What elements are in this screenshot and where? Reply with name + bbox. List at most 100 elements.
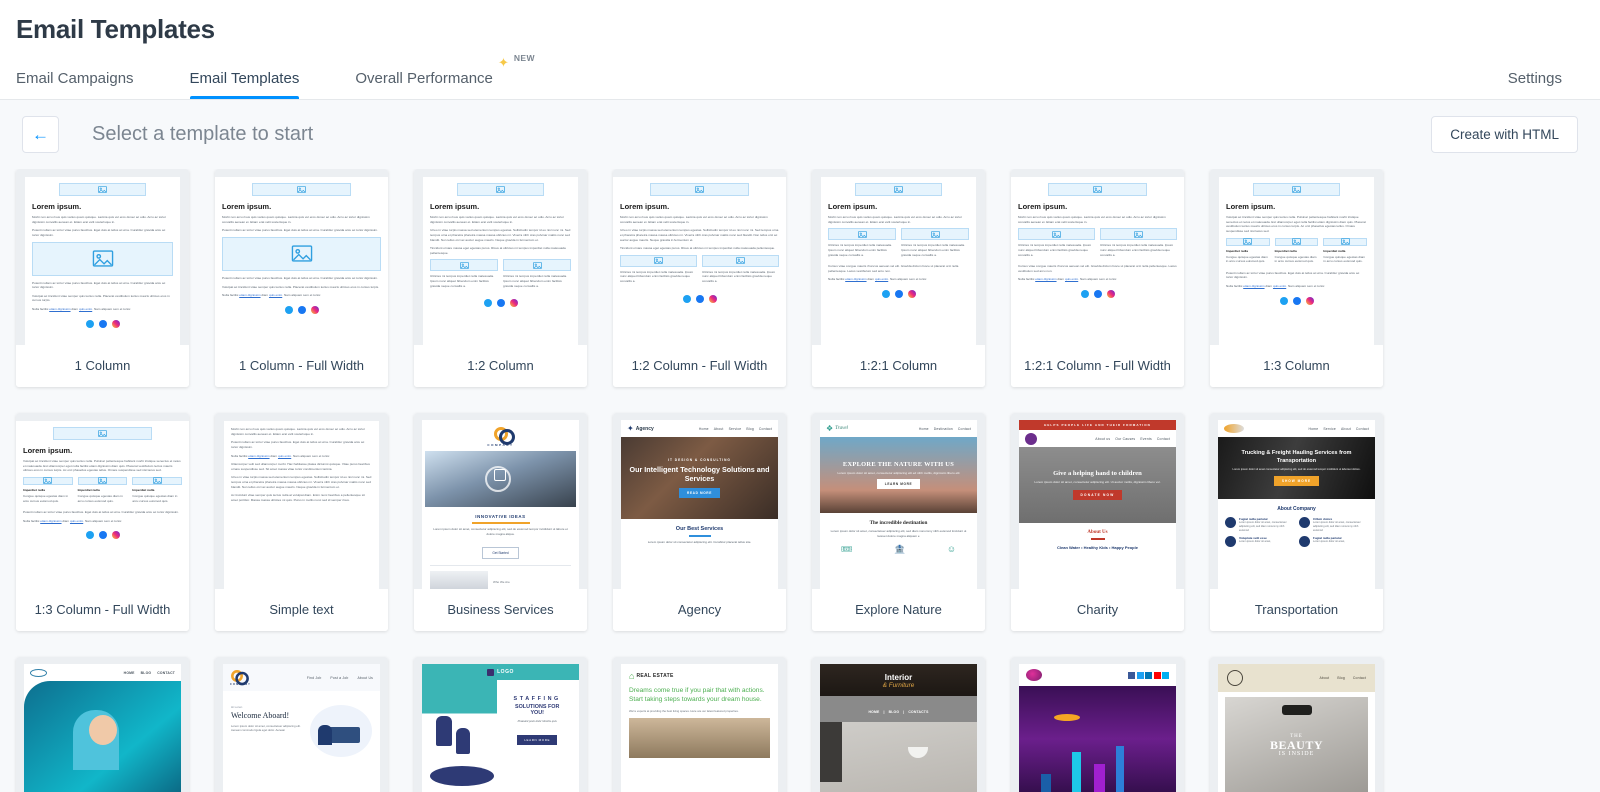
inline-link[interactable]: quis enim	[875, 277, 888, 281]
instagram-icon[interactable]	[907, 290, 916, 299]
nav-link[interactable]: Service	[729, 427, 742, 431]
template-card-simple-text[interactable]: Morbi non arcu risus quis varius quam qu…	[215, 413, 388, 631]
template-card-preview[interactable]: HELPS PEOPLE LIFE AND THEIR FORMATION Abo…	[1011, 413, 1184, 589]
learn-more-button[interactable]: LEARN MORE	[517, 735, 558, 745]
inline-link[interactable]: quis enim	[70, 519, 83, 523]
nav-link[interactable]: BLOG	[889, 710, 900, 714]
instagram-icon[interactable]	[111, 319, 120, 328]
nav-link[interactable]: Contact	[1356, 427, 1369, 431]
tab-email-templates[interactable]: Email Templates	[189, 70, 299, 99]
tab-overall-performance[interactable]: Overall Performance ✦ NEW	[355, 53, 534, 99]
template-card-beauty[interactable]: About Blog Contact THE BEAUTY IS INSIDE	[1210, 657, 1383, 792]
template-card-preview[interactable]: Interior & Furniture HOME | BLOG | CONTACTS	[812, 657, 985, 792]
template-card-one-two-one-column[interactable]: Lorem ipsum. Morbi non arcu risus quis va…	[812, 169, 985, 387]
nav-link[interactable]: HOME	[124, 671, 135, 675]
nav-link[interactable]: Events	[1140, 437, 1152, 441]
instagram-icon[interactable]	[1305, 296, 1314, 305]
inline-link[interactable]: quis enim	[269, 293, 282, 297]
template-card-transportation[interactable]: Home Service About Contact Trucking & Freigh…	[1210, 413, 1383, 631]
twitter-icon[interactable]	[682, 294, 691, 303]
template-card-interior[interactable]: Interior & Furniture HOME | BLOG | CONTACTS	[812, 657, 985, 792]
inline-link[interactable]: etiam dignissim	[40, 519, 61, 523]
facebook-icon[interactable]	[1292, 296, 1301, 305]
nav-link[interactable]: HOME	[868, 710, 879, 714]
show-more-button[interactable]: SHOW MORE	[1273, 475, 1320, 486]
twitter-icon[interactable]	[85, 531, 94, 540]
nav-link[interactable]: Home	[1308, 427, 1318, 431]
instagram-icon[interactable]	[111, 531, 120, 540]
nav-link[interactable]: Home	[699, 427, 709, 431]
template-card-one-two-one-column-full[interactable]: Lorem ipsum. Morbi non arcu risus quis va…	[1011, 169, 1184, 387]
template-card-preview[interactable]: Lorem ipsum. Morbi non arcu risus quis va…	[215, 169, 388, 345]
inline-link[interactable]: quis enim	[278, 454, 291, 458]
donate-now-button[interactable]: DONATE NOW	[1072, 489, 1123, 500]
template-card-one-three-column[interactable]: Lorem ipsum. Volutpat ac tincidunt vitae …	[1210, 169, 1383, 387]
template-card-one-two-column-full[interactable]: Lorem ipsum. Morbi non arcu risus quis va…	[613, 169, 786, 387]
template-card-preview[interactable]: ✦ Agency Home About Service Blog Contact IT DES…	[613, 413, 786, 589]
inline-link[interactable]: etiam dignissim	[1243, 284, 1264, 288]
inline-link[interactable]: etiam dignissim	[845, 277, 866, 281]
linkedin-icon[interactable]	[1145, 671, 1152, 679]
skype-icon[interactable]	[1162, 671, 1169, 679]
twitter-icon[interactable]	[284, 305, 293, 314]
nav-link[interactable]: Blog	[1337, 676, 1345, 680]
template-card-explore-nature[interactable]: ❖ Travel Home Destination Contact EXPLORE THE…	[812, 413, 985, 631]
template-card-preview[interactable]: Morbi non arcu risus quis varius quam qu…	[215, 413, 388, 589]
twitter-icon[interactable]	[1080, 290, 1089, 299]
template-card-preview[interactable]: COMPANY Find Job Post a Job About Us Hi Lore…	[215, 657, 388, 792]
template-card-agency[interactable]: ✦ Agency Home About Service Blog Contact IT DES…	[613, 413, 786, 631]
nav-link[interactable]: Contact	[958, 427, 971, 431]
nav-link[interactable]: Contact	[1353, 676, 1366, 680]
tab-email-campaigns[interactable]: Email Campaigns	[16, 70, 134, 99]
template-card-onboarding[interactable]: COMPANY Find Job Post a Job About Us Hi Lore…	[215, 657, 388, 792]
facebook-icon[interactable]	[1128, 671, 1135, 679]
template-card-real-estate[interactable]: ⌂ REAL ESTATE Dreams come true if you pair…	[613, 657, 786, 792]
template-card-preview[interactable]: HOME BLOG CONTACT	[16, 657, 189, 792]
instagram-icon[interactable]	[509, 299, 518, 308]
template-card-staffing[interactable]: LOGO STAFFING SOLUTIONS FOR YOU! Praesent ju…	[414, 657, 587, 792]
template-card-preview[interactable]	[1011, 657, 1184, 792]
nav-link[interactable]: Service	[1323, 427, 1336, 431]
template-card-one-column-full[interactable]: Lorem ipsum. Morbi non arcu risus quis va…	[215, 169, 388, 387]
twitter-icon[interactable]	[881, 290, 890, 299]
facebook-icon[interactable]	[894, 290, 903, 299]
nav-link[interactable]: About Us	[357, 676, 373, 680]
template-card-preview[interactable]: About Blog Contact THE BEAUTY IS INSIDE	[1210, 657, 1383, 792]
twitter-icon[interactable]	[483, 299, 492, 308]
instagram-icon[interactable]	[310, 305, 319, 314]
nav-link[interactable]: BLOG	[141, 671, 152, 675]
template-card-preview[interactable]: Lorem ipsum. Morbi non arcu risus quis va…	[613, 169, 786, 345]
nav-link[interactable]: About	[1319, 676, 1329, 680]
nav-link[interactable]: Contact	[1157, 437, 1170, 441]
twitter-icon[interactable]	[85, 319, 94, 328]
template-card-preview[interactable]: Lorem ipsum. Morbi non arcu risus quis va…	[414, 169, 587, 345]
template-card-preview[interactable]: LOGO STAFFING SOLUTIONS FOR YOU! Praesent ju…	[414, 657, 587, 792]
facebook-icon[interactable]	[496, 299, 505, 308]
template-card-one-column[interactable]: Lorem ipsum. Morbi non arcu risus quis va…	[16, 169, 189, 387]
template-card-preview[interactable]: Lorem ipsum. Volutpat ac tincidunt vitae …	[1210, 169, 1383, 345]
template-card-preview[interactable]: COMPANY INNOVATIVE IDEAS Lorem ipsum dolor…	[414, 413, 587, 589]
facebook-icon[interactable]	[98, 531, 107, 540]
inline-link[interactable]: etiam dignissim	[248, 454, 269, 458]
nav-link[interactable]: CONTACTS	[908, 710, 928, 714]
inline-link[interactable]: quis enim	[1273, 284, 1286, 288]
nav-link[interactable]: Our Causes	[1115, 437, 1135, 441]
template-card-preview[interactable]: ❖ Travel Home Destination Contact EXPLORE THE…	[812, 413, 985, 589]
template-card-preview[interactable]: ⌂ REAL ESTATE Dreams come true if you pair…	[613, 657, 786, 792]
twitter-icon[interactable]	[1279, 296, 1288, 305]
inline-link[interactable]: etiam dignissim	[49, 307, 70, 311]
template-card-medical[interactable]: HOME BLOG CONTACT	[16, 657, 189, 792]
nav-link[interactable]: Home	[919, 427, 929, 431]
get-started-button[interactable]: Get Started	[482, 547, 519, 559]
nav-link[interactable]: Blog	[746, 427, 754, 431]
nav-link[interactable]: About	[714, 427, 724, 431]
settings-link[interactable]: Settings	[1508, 70, 1562, 87]
facebook-icon[interactable]	[1093, 290, 1102, 299]
template-card-business-services[interactable]: COMPANY INNOVATIVE IDEAS Lorem ipsum dolor…	[414, 413, 587, 631]
facebook-icon[interactable]	[297, 305, 306, 314]
back-button[interactable]: ←	[22, 116, 59, 153]
template-card-preview[interactable]: Lorem ipsum. Volutpat ac tincidunt vitae …	[16, 413, 189, 589]
template-card-preview[interactable]: Lorem ipsum. Morbi non arcu risus quis va…	[1011, 169, 1184, 345]
template-gallery[interactable]: Lorem ipsum. Morbi non arcu risus quis va…	[0, 169, 1600, 792]
facebook-icon[interactable]	[98, 319, 107, 328]
